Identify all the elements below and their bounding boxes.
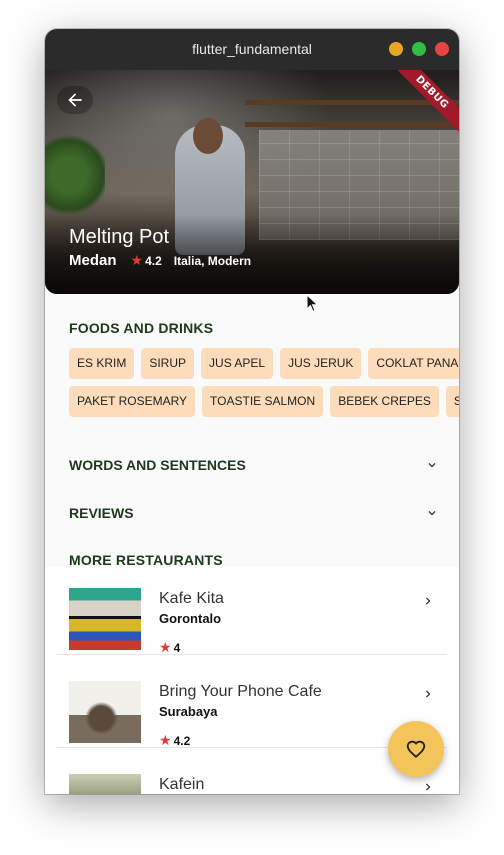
favorite-button[interactable] [388,721,444,777]
restaurant-city: Medan [69,252,117,269]
menu-chip: JUS APEL [201,348,274,379]
star-icon: ★ [159,639,172,655]
chevron-down-icon [428,463,436,468]
list-item[interactable]: Kafe Kita Gorontalo ★ 4 [57,562,447,655]
restaurant-categories: Italia, Modern [173,253,252,268]
restaurant-thumbnail [69,588,141,650]
menu-chip: SIRUP [141,348,195,379]
restaurant-thumbnail [69,774,141,794]
restaurant-thumbnail [69,681,141,743]
back-button[interactable] [57,86,93,114]
close-button[interactable] [435,42,449,56]
list-item[interactable]: Bring Your Phone Cafe Surabaya ★ 4.2 [57,655,447,748]
menu-chip: PAKET ROSEMARY [69,386,196,417]
foods-drinks-title: FOODS AND DRINKS [69,320,214,336]
chevron-down-icon [428,511,436,516]
chevron-right-icon [426,690,431,698]
title-bar: flutter_fundamental [45,29,459,70]
maximize-button[interactable] [412,42,426,56]
restaurant-name: Kafe Kita [159,590,224,607]
restaurant-name: Bring Your Phone Cafe [159,683,322,700]
words-title: WORDS AND SENTENCES [69,457,246,473]
menu-chip: BEBEK CREPES [330,386,439,417]
restaurant-city: Surabaya [159,704,218,719]
menu-chip: COKLAT PANAS [368,348,459,379]
chevron-right-icon [426,783,431,791]
star-icon: ★ [130,252,144,268]
reviews-expander[interactable]: REVIEWS [69,505,439,521]
menu-chip: ES KRIM [69,348,135,379]
restaurant-name: Melting Pot [69,226,170,248]
arrow-back-icon [68,93,82,107]
chevron-right-icon [426,597,431,605]
restaurant-rating: ★ 4.2 [159,732,190,749]
menu-chip: TOASTIE SALMON [202,386,324,417]
restaurant-rating: ★ 4 [159,639,180,656]
mouse-cursor-icon [306,294,319,313]
foods-chip-row-1[interactable]: ES KRIM SIRUP JUS APEL JUS JERUK COKLAT … [69,348,459,379]
restaurant-city: Gorontalo [159,611,222,626]
menu-chip: JUS JERUK [280,348,362,379]
star-icon: ★ [159,732,172,748]
restaurant-name: Kafein [159,776,205,793]
rating-value: 4.2 [173,733,191,748]
foods-chip-row-2[interactable]: PAKET ROSEMARY TOASTIE SALMON BEBEK CREP… [69,386,459,417]
menu-chip: SALAD [445,386,459,417]
rating-value: 4 [173,640,181,655]
hero-image: DEBUG Melting Pot Medan ★ 4.2 Italia, Mo… [45,70,459,294]
app-window: flutter_fundamental DEBUG Melting Pot Me… [45,29,459,794]
heart-outline-icon [406,740,426,759]
words-expander[interactable]: WORDS AND SENTENCES [69,457,439,473]
restaurant-rating: 4.2 [145,253,162,268]
minimize-button[interactable] [389,42,403,56]
restaurant-meta: Medan ★ 4.2 Italia, Modern [69,252,251,269]
reviews-title: REVIEWS [69,505,134,521]
